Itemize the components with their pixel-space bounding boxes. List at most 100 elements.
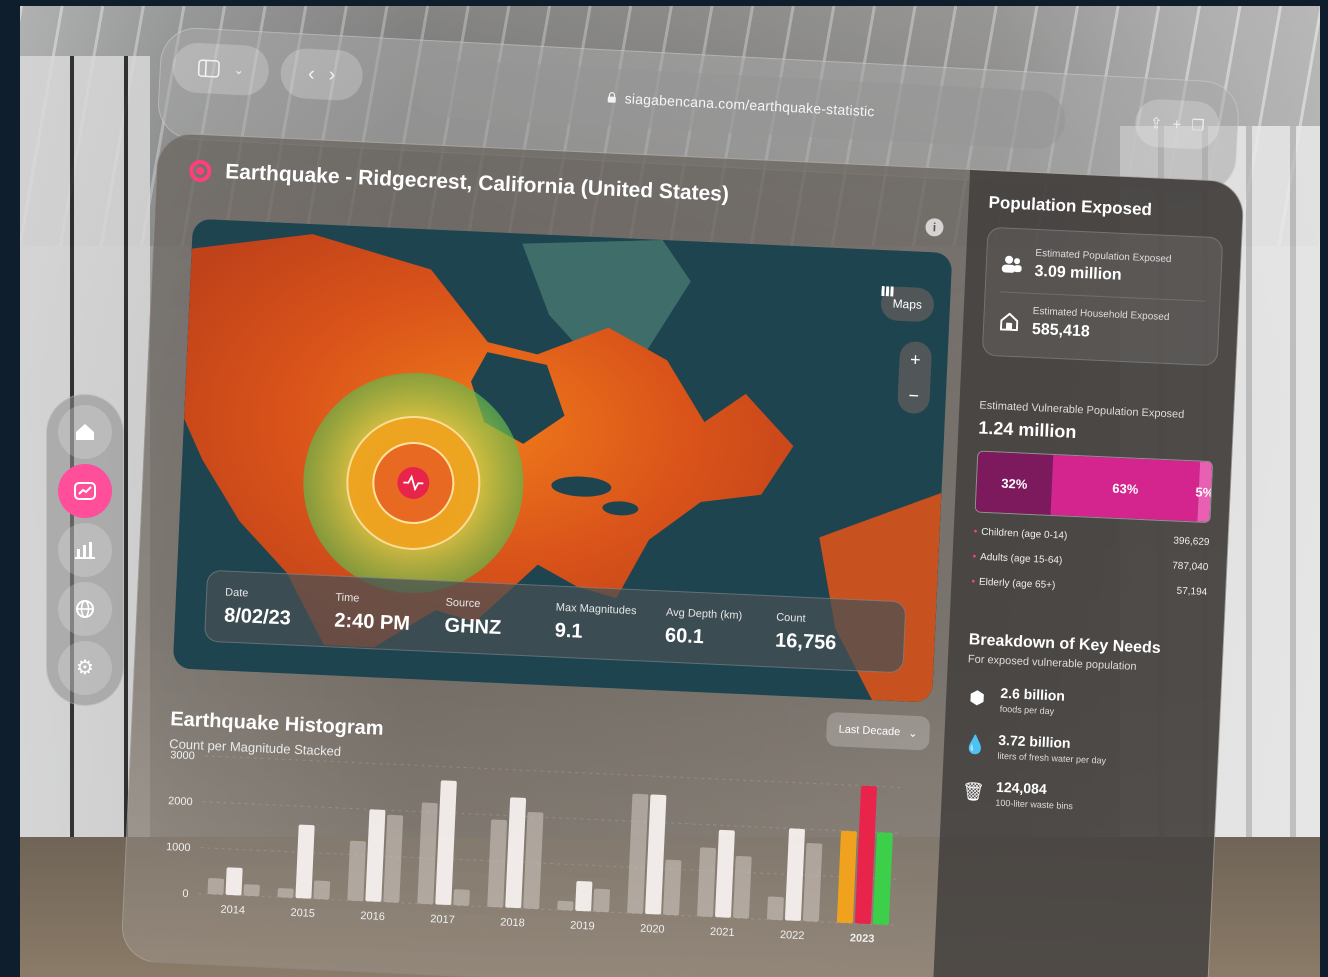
x-tick-label: 2016 bbox=[360, 910, 385, 923]
histogram-bar bbox=[557, 900, 574, 911]
population-row: Estimated Population Exposed 3.09 millio… bbox=[1000, 240, 1208, 294]
legend-dot: • bbox=[971, 576, 976, 588]
stat-value: 16,756 bbox=[774, 629, 837, 654]
stat-value: 9.1 bbox=[554, 619, 584, 643]
legend-row: • Children (age 0-14) 396,629 bbox=[973, 526, 1209, 548]
zoom-control: + − bbox=[897, 340, 933, 415]
histogram-bar bbox=[836, 830, 857, 924]
household-label: Estimated Household Exposed bbox=[1032, 305, 1170, 324]
map-layers-icon bbox=[880, 285, 894, 297]
nav-home[interactable] bbox=[58, 405, 112, 460]
x-tick-label: 2019 bbox=[570, 920, 595, 933]
histogram-bar bbox=[575, 880, 593, 912]
histogram-bar bbox=[347, 840, 366, 902]
histogram-bar bbox=[715, 829, 735, 918]
histogram-chart: 0 1000 2000 3000 2014 2015 2016 2017 2018 2019 202… bbox=[166, 749, 905, 945]
legend-value: 396,629 bbox=[1173, 535, 1210, 549]
range-select[interactable]: Last Decade ⌄ bbox=[825, 711, 931, 751]
x-tick-label: 2017 bbox=[430, 913, 455, 926]
x-tick-label: 2014 bbox=[220, 904, 245, 917]
need-value: 124,084 bbox=[995, 778, 1048, 797]
vulnerable-value: 1.24 million bbox=[977, 417, 1077, 442]
trash-bin-icon: 🗑 bbox=[961, 781, 986, 803]
browser-actions: ⇪ + ❐ bbox=[1134, 98, 1221, 151]
histogram-bar bbox=[417, 802, 438, 905]
need-water: 💧 3.72 billion liters of fresh water per… bbox=[963, 730, 1200, 770]
stat-label: Date bbox=[224, 586, 249, 600]
histogram-bar bbox=[487, 819, 508, 908]
need-value: 2.6 billion bbox=[1000, 684, 1066, 704]
title-row: Earthquake - Ridgecrest, California (Uni… bbox=[188, 158, 730, 206]
zoom-out-button[interactable]: − bbox=[908, 385, 919, 406]
sidebar-icon bbox=[197, 59, 220, 78]
histogram-bar bbox=[854, 785, 877, 925]
nav-settings[interactable]: ⚙ bbox=[58, 640, 112, 695]
need-unit: liters of fresh water per day bbox=[997, 750, 1107, 766]
need-value: 3.72 billion bbox=[997, 731, 1071, 752]
side-nav: ⚙ bbox=[46, 394, 124, 706]
forward-button[interactable]: › bbox=[328, 63, 336, 86]
url-text: siagabencana.com/earthquake-statistic bbox=[624, 90, 876, 120]
water-drop-icon: 💧 bbox=[963, 734, 987, 756]
histogram-bar bbox=[453, 889, 470, 906]
back-button[interactable]: ‹ bbox=[307, 62, 315, 85]
stat-date: Date 8/02/23 bbox=[224, 586, 336, 632]
globe-icon bbox=[76, 599, 94, 618]
need-waste: 🗑 124,084 100-liter waste bins bbox=[961, 777, 1198, 817]
share-icon[interactable]: ⇪ bbox=[1149, 114, 1163, 133]
tabs-icon[interactable]: ❐ bbox=[1191, 116, 1205, 135]
histogram-bar bbox=[523, 811, 544, 910]
box-icon: ⬢ bbox=[968, 687, 986, 709]
nav-stats[interactable] bbox=[58, 522, 112, 577]
legend-dot: • bbox=[972, 551, 977, 563]
y-tick-label: 0 bbox=[182, 888, 189, 900]
stat-label: Time bbox=[335, 591, 360, 605]
need-unit: foods per day bbox=[999, 703, 1055, 717]
y-tick-label: 3000 bbox=[170, 749, 195, 762]
need-food: ⬢ 2.6 billion foods per day bbox=[966, 683, 1203, 723]
histogram-bar bbox=[627, 793, 649, 914]
nav-globe[interactable] bbox=[58, 581, 112, 636]
household-row: Estimated Household Exposed 585,418 bbox=[997, 291, 1206, 353]
earthquake-map[interactable]: Maps + − Date 8/02/23 Time 2:40 PM Sourc… bbox=[172, 218, 953, 703]
population-value: 3.09 million bbox=[1034, 262, 1123, 284]
histogram-bar bbox=[733, 855, 752, 919]
gear-icon: ⚙ bbox=[76, 657, 94, 680]
legend-name: • Adults (age 15-64) bbox=[972, 551, 1063, 567]
range-select-label: Last Decade bbox=[838, 723, 901, 739]
household-value: 585,418 bbox=[1031, 320, 1091, 341]
page-title: Earthquake - Ridgecrest, California (Uni… bbox=[224, 160, 730, 206]
histogram-bar bbox=[365, 809, 386, 902]
chevron-down-icon: ⌄ bbox=[233, 62, 245, 78]
histogram-bar bbox=[277, 888, 294, 898]
y-tick-label: 2000 bbox=[168, 795, 193, 808]
new-tab-icon[interactable]: + bbox=[1172, 116, 1182, 133]
address-bar[interactable]: siagabencana.com/earthquake-statistic bbox=[414, 58, 1067, 151]
population-column: Population Exposed Estimated Population … bbox=[932, 169, 1245, 977]
stat-value: 8/02/23 bbox=[223, 604, 292, 630]
stack-segment: 5% bbox=[1195, 461, 1213, 523]
maps-label: Maps bbox=[892, 296, 923, 312]
nav-activity[interactable] bbox=[58, 464, 112, 519]
legend-value: 57,194 bbox=[1176, 585, 1208, 599]
histogram-bar bbox=[766, 896, 784, 921]
people-icon bbox=[1000, 252, 1023, 275]
legend-name: • Children (age 0-14) bbox=[973, 526, 1068, 542]
histogram-bar bbox=[593, 888, 611, 913]
histogram-bar bbox=[505, 797, 527, 909]
legend-name: • Elderly (age 65+) bbox=[971, 576, 1056, 592]
stat-count: Count 16,756 bbox=[775, 611, 887, 657]
vulnerable-legend: • Children (age 0-14) 396,629 • Adults (age … bbox=[971, 526, 1210, 598]
x-tick-label: 2021 bbox=[710, 926, 735, 939]
histogram-bar bbox=[435, 780, 457, 906]
info-icon[interactable]: i bbox=[925, 217, 944, 237]
zoom-in-button[interactable]: + bbox=[910, 349, 921, 370]
stat-value: 60.1 bbox=[664, 624, 705, 648]
stat-value: 2:40 PM bbox=[333, 609, 411, 635]
maps-button[interactable]: Maps bbox=[879, 285, 935, 323]
need-unit: 100-liter waste bins bbox=[995, 797, 1074, 812]
population-label: Estimated Population Exposed bbox=[1035, 247, 1172, 266]
sidebar-toggle[interactable]: ⌄ bbox=[171, 41, 271, 97]
histogram-bar bbox=[697, 847, 717, 917]
target-icon bbox=[188, 159, 212, 183]
